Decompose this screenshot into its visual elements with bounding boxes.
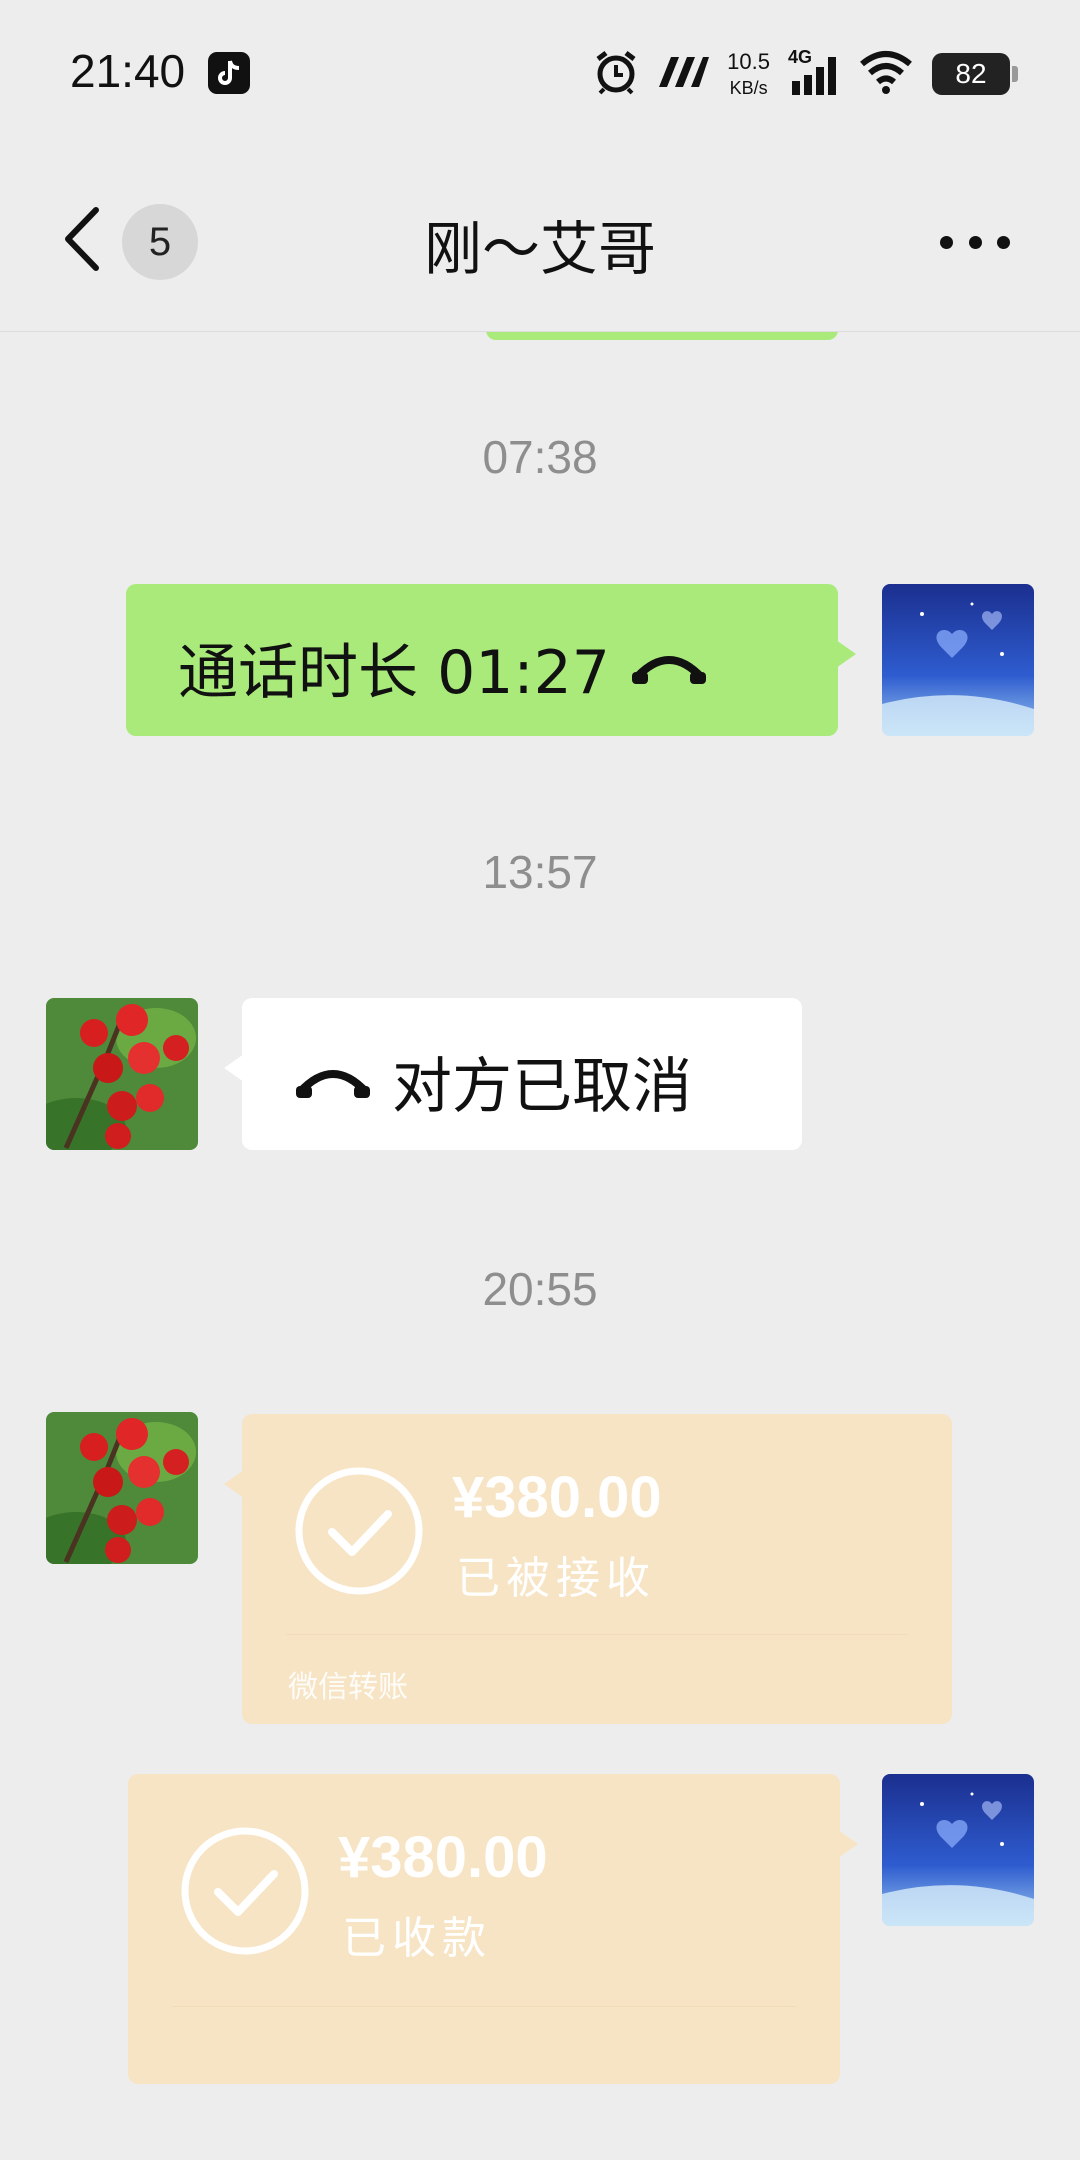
alarm-icon <box>593 49 639 99</box>
chat-header: 5 刚～艾哥 <box>0 150 1080 332</box>
call-duration-text: 通话时长 01:27 <box>178 638 610 708</box>
message-timestamp: 20:55 <box>482 1263 598 1315</box>
message-timestamp: 07:38 <box>482 431 598 483</box>
transfer-status: 已收款 <box>342 1913 492 1964</box>
message-timestamp: 13:57 <box>482 846 598 898</box>
transfer-collected-bubble[interactable]: ¥380.00 已收款 <box>128 1774 858 2084</box>
cellular-signal-icon: 4G <box>788 47 840 97</box>
phone-handset-icon <box>631 655 706 684</box>
transfer-received-bubble[interactable]: ¥380.00 已被接收 微信转账 <box>224 1414 952 1724</box>
call-cancelled-bubble[interactable]: 对方已取消 <box>224 998 802 1150</box>
call-duration-bubble[interactable]: 通话时长 01:27 <box>126 584 856 736</box>
chat-title: 刚～艾哥 <box>423 215 656 283</box>
network-speed: 10.5 KB/s <box>727 49 770 98</box>
check-circle-icon <box>294 1466 424 1596</box>
tiktok-notification-icon <box>208 52 250 94</box>
transfer-amount: ¥380.00 <box>338 1825 548 1890</box>
transfer-divider <box>172 2006 796 2007</box>
my-avatar[interactable] <box>882 584 1034 736</box>
check-circle-icon <box>180 1826 310 1956</box>
contact-avatar[interactable] <box>46 1412 198 1564</box>
network-speed-unit: KB/s <box>729 78 768 98</box>
app-notification-icon <box>657 55 710 93</box>
transfer-amount: ¥380.00 <box>452 1465 662 1530</box>
status-bar: 21:40 10.5 KB/s 4G 82 <box>0 0 1080 150</box>
network-speed-value: 10.5 <box>727 49 770 74</box>
wifi-icon <box>858 50 914 98</box>
more-dot-icon <box>997 235 1010 249</box>
more-dot-icon <box>968 235 982 249</box>
phone-handset-icon <box>296 1069 370 1098</box>
transfer-divider <box>286 1634 908 1635</box>
more-dot-icon <box>940 235 953 249</box>
status-time: 21:40 <box>70 45 186 97</box>
more-options-button[interactable] <box>940 232 1010 252</box>
contact-avatar[interactable] <box>46 998 198 1150</box>
my-avatar[interactable] <box>882 1774 1034 1926</box>
transfer-status: 已被接收 <box>456 1553 656 1604</box>
transfer-footer-label: 微信转账 <box>288 1670 408 1705</box>
call-cancelled-text: 对方已取消 <box>392 1052 692 1122</box>
battery-indicator: 82 <box>932 53 1018 95</box>
